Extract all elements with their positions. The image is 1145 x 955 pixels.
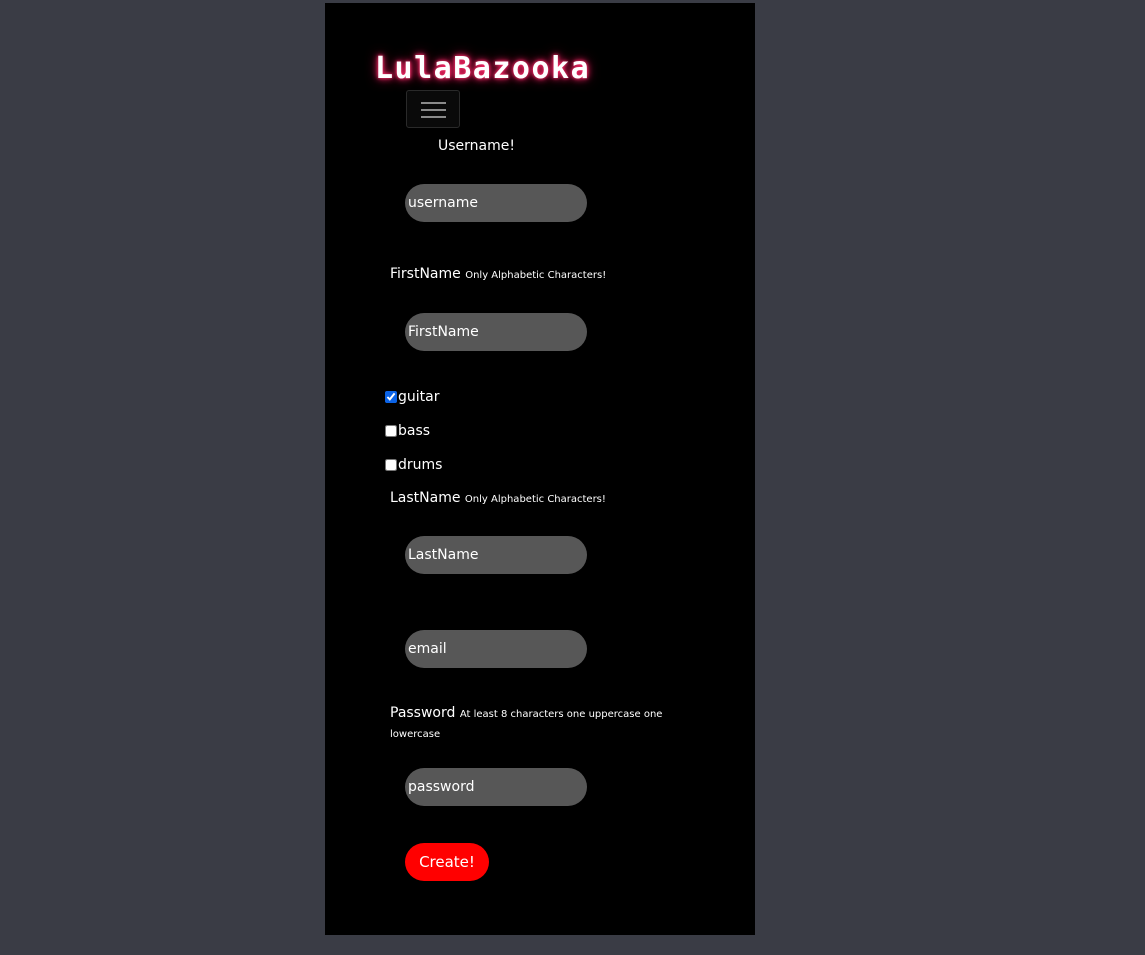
instrument-drums-checkbox[interactable] [385, 459, 397, 471]
hamburger-bar [421, 116, 446, 118]
instrument-guitar-row: guitar [385, 388, 439, 406]
lastname-hint: Only Alphabetic Characters! [464, 494, 606, 505]
firstname-label: FirstName [390, 266, 461, 282]
instrument-bass-label[interactable]: bass [398, 423, 430, 439]
hamburger-bar [421, 102, 446, 104]
instrument-bass-checkbox[interactable] [385, 425, 397, 437]
instrument-drums-label[interactable]: drums [398, 457, 442, 473]
navbar-toggler-button[interactable] [406, 90, 460, 128]
firstname-hint: Only Alphabetic Characters! [465, 270, 607, 281]
password-label-row: Password At least 8 characters one upper… [390, 704, 690, 744]
create-button[interactable]: Create! [405, 843, 489, 881]
instrument-guitar-label[interactable]: guitar [398, 389, 439, 405]
email-input[interactable] [405, 630, 587, 668]
lastname-label-row: LastName Only Alphabetic Characters! [390, 490, 606, 506]
hamburger-bar [421, 109, 446, 111]
firstname-input[interactable] [405, 313, 587, 351]
app-viewport: LulaBazooka Username! FirstName Only Alp… [325, 3, 755, 935]
instrument-guitar-checkbox[interactable] [385, 391, 397, 403]
lastname-label: LastName [390, 490, 461, 506]
lastname-input[interactable] [405, 536, 587, 574]
password-input[interactable] [405, 768, 587, 806]
username-input[interactable] [405, 184, 587, 222]
username-label: Username! [438, 138, 515, 154]
firstname-label-row: FirstName Only Alphabetic Characters! [390, 266, 606, 282]
brand-logo[interactable]: LulaBazooka [375, 51, 590, 86]
instrument-bass-row: bass [385, 422, 430, 440]
instrument-drums-row: drums [385, 456, 442, 474]
password-label: Password [390, 705, 456, 721]
